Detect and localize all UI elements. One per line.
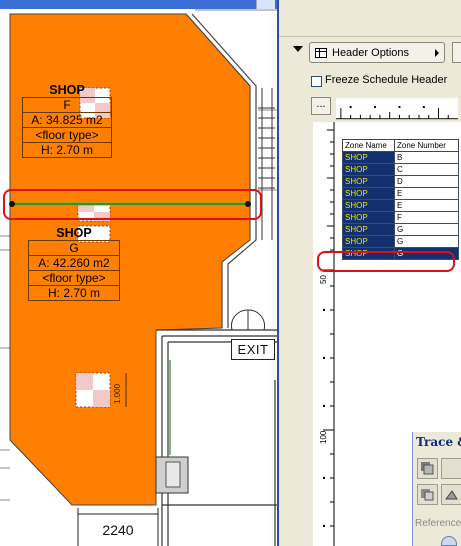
cell-zone-number[interactable]: G <box>394 223 459 236</box>
cell-zone-name[interactable]: SHOP <box>342 163 395 176</box>
cell-zone-number[interactable]: G <box>394 247 459 260</box>
zone-schedule-table: Zone Name Zone Number SHOP B SHOP C SHOP D … <box>342 139 459 260</box>
zone-tag-floor: <floor type> <box>22 128 112 143</box>
zone-tag-name: SHOP <box>56 226 92 240</box>
cell-zone-number[interactable]: B <box>394 151 459 164</box>
header-options-button[interactable]: Header Options <box>309 42 445 63</box>
cell-zone-name[interactable]: SHOP <box>342 151 395 164</box>
table-row[interactable]: SHOP E <box>342 199 459 212</box>
table-header-row: Zone Name Zone Number <box>342 139 459 152</box>
zone-tag-area: A: 34.825 m2 <box>22 113 112 128</box>
ruler-label-100: 100 <box>319 430 328 444</box>
zone-tag-f[interactable]: SHOP F A: 34.825 m2 <floor type> H: 2.70… <box>22 83 112 158</box>
exit-sign: EXIT <box>231 339 275 360</box>
panel-top-strip <box>279 0 461 37</box>
cell-zone-number[interactable]: E <box>394 199 459 212</box>
table-row-selected[interactable]: SHOP G <box>342 247 459 260</box>
cell-zone-number[interactable]: G <box>394 235 459 248</box>
cell-zone-name[interactable]: SHOP <box>342 235 395 248</box>
cell-zone-name[interactable]: SHOP <box>342 211 395 224</box>
zone-tag-floor: <floor type> <box>28 271 120 286</box>
dimension-label-bottom: 2240 <box>102 522 134 538</box>
zone-tag-height: H: 2.70 m <box>28 286 120 301</box>
trace-reference-palette: Trace & Reference <box>412 432 461 546</box>
reference-slider-knob[interactable] <box>441 536 457 546</box>
cell-zone-name[interactable]: SHOP <box>342 247 395 260</box>
vertical-ruler: 50 100 <box>313 122 335 546</box>
table-row[interactable]: SHOP E <box>342 187 459 200</box>
zone-tag-height: H: 2.70 m <box>22 143 112 158</box>
reference-label: Reference <box>415 518 461 529</box>
horizontal-ruler <box>336 98 458 120</box>
zone-tag-number: F <box>22 97 112 113</box>
trace-move-icon[interactable] <box>441 484 461 505</box>
column-header-zone-name[interactable]: Zone Name <box>342 139 395 152</box>
cell-zone-number[interactable]: E <box>394 187 459 200</box>
trace-reference-icon[interactable] <box>417 484 438 505</box>
zone-tag-name: SHOP <box>49 83 85 97</box>
ellipsis-button[interactable]: ... <box>311 97 331 115</box>
table-row[interactable]: SHOP G <box>342 223 459 236</box>
cell-zone-name[interactable]: SHOP <box>342 223 395 236</box>
table-row[interactable]: SHOP D <box>342 175 459 188</box>
cell-zone-number[interactable]: D <box>394 175 459 188</box>
freeze-header-checkbox[interactable] <box>311 76 322 87</box>
palette-title: Trace & <box>413 432 461 452</box>
cell-zone-number[interactable]: F <box>394 211 459 224</box>
cell-zone-number[interactable]: C <box>394 163 459 176</box>
zone-tag-g[interactable]: SHOP G A: 42.260 m2 <floor type> H: 2.70… <box>28 226 120 301</box>
panel-edge-button[interactable] <box>452 42 461 63</box>
table-icon <box>315 48 327 58</box>
collapse-arrow-icon[interactable] <box>293 46 303 52</box>
header-options-label: Header Options <box>332 47 410 59</box>
table-row[interactable]: SHOP F <box>342 211 459 224</box>
trace-toggle-icon[interactable] <box>417 458 438 479</box>
chevron-right-icon <box>435 49 439 57</box>
zone-tag-number: G <box>28 240 120 256</box>
cell-zone-name[interactable]: SHOP <box>342 175 395 188</box>
floor-plan-view[interactable]: SHOP F A: 34.825 m2 <floor type> H: 2.70… <box>0 0 277 546</box>
trace-option-icon[interactable] <box>441 458 461 479</box>
cell-zone-name[interactable]: SHOP <box>342 187 395 200</box>
cell-zone-name[interactable]: SHOP <box>342 199 395 212</box>
dimension-label-vertical: 1.000 <box>113 383 122 404</box>
table-row[interactable]: SHOP B <box>342 151 459 164</box>
column-header-zone-number[interactable]: Zone Number <box>394 139 459 152</box>
archicad-window: SHOP F A: 34.825 m2 <floor type> H: 2.70… <box>0 0 461 546</box>
zone-tag-area: A: 42.260 m2 <box>28 256 120 271</box>
table-row[interactable]: SHOP C <box>342 163 459 176</box>
table-row[interactable]: SHOP G <box>342 235 459 248</box>
ruler-label-50: 50 <box>319 275 328 284</box>
freeze-header-label: Freeze Schedule Header <box>325 74 448 86</box>
